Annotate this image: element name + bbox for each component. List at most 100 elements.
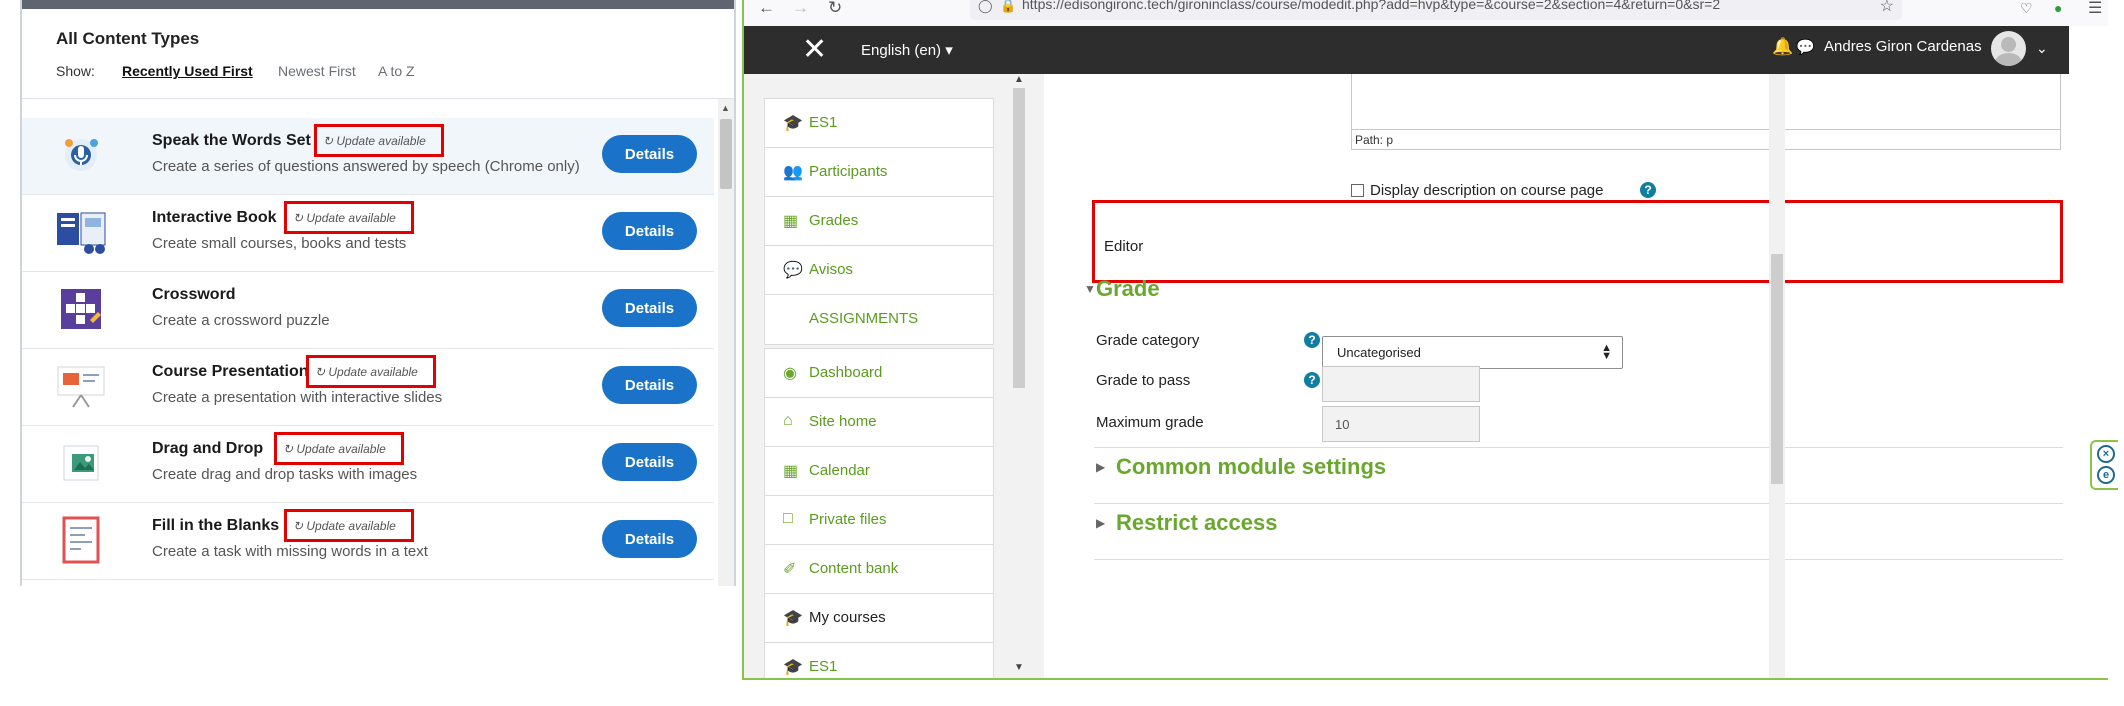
chevron-down-icon[interactable]: ⌄ (2036, 40, 2048, 57)
content-type-name: Crossword (152, 286, 236, 303)
common-module-settings-heading[interactable]: Common module settings (1116, 454, 1386, 480)
grade-category-value: Uncategorised (1337, 345, 1421, 360)
pocket-icon[interactable]: ♡ (2020, 0, 2033, 17)
home-icon: ⌂ (783, 412, 793, 429)
help-icon[interactable]: ? (1304, 372, 1320, 388)
chevron-down-icon[interactable]: ▼ (1084, 282, 1096, 296)
language-menu[interactable]: English (en) ▾ (861, 41, 953, 59)
display-description-checkbox[interactable] (1351, 184, 1364, 197)
menu-icon[interactable]: ☰ (2088, 0, 2102, 18)
nav-item-grades[interactable]: ▦ Grades (765, 197, 993, 246)
forward-icon[interactable]: → (792, 0, 809, 18)
edge-e-icon[interactable]: e (2097, 466, 2115, 484)
content-type-description: Create drag and drop tasks with images (152, 466, 418, 483)
content-type-description: Create a crossword puzzle (152, 312, 330, 329)
grade-to-pass-input[interactable] (1322, 366, 1480, 402)
content-type-description: Create a series of questions answered by… (152, 158, 580, 175)
users-icon: 👥 (783, 164, 803, 181)
nav-item-label: Grades (809, 212, 859, 229)
details-button[interactable]: Details (602, 289, 697, 327)
grade-section-heading[interactable]: Grade (1096, 276, 1160, 302)
grade-category-label: Grade category (1096, 332, 1200, 349)
nav-item-es1[interactable]: 🎓 ES1 (765, 99, 993, 148)
close-circle-icon[interactable]: × (2097, 445, 2115, 463)
nav-item-label: Private files (809, 511, 887, 528)
nav-drawer: 🎓 ES1 👥 Participants ▦ Grades 💬 Avisos ASSIG… (744, 74, 1044, 678)
content-type-name: Fill in the Blanks (152, 517, 280, 534)
nav-item-my-courses[interactable]: 🎓 My courses (765, 594, 993, 643)
book-icon (54, 207, 108, 257)
nav-item-site-home[interactable]: ⌂ Site home (765, 398, 993, 447)
editor-path: Path: p (1352, 129, 2060, 149)
maximum-grade-label: Maximum grade (1096, 414, 1204, 431)
reload-icon[interactable]: ↻ (828, 0, 842, 18)
content-type-row[interactable]: Crossword Create a crossword puzzle Deta… (22, 272, 714, 349)
help-icon[interactable]: ? (1640, 182, 1656, 198)
shield-icon[interactable]: ◯ (978, 0, 993, 14)
details-button[interactable]: Details (602, 443, 697, 481)
content-type-row[interactable]: Drag and Drop ↻ Update available Create … (22, 426, 714, 503)
extension-icon[interactable]: ● (2054, 0, 2062, 16)
maximum-grade-input[interactable]: 10 (1322, 406, 1480, 442)
dashboard-icon: ◉ (783, 365, 797, 382)
graduation-cap-icon: 🎓 (783, 610, 803, 627)
h5p-content-types-panel: All Content Types Show: Recently Used Fi… (20, 0, 736, 586)
notification-bell-icon[interactable]: 🔔 (1772, 37, 1793, 57)
sort-recently-used[interactable]: Recently Used First (122, 63, 253, 79)
presentation-icon (54, 361, 108, 411)
display-description-label: Display description on course page (1370, 182, 1604, 199)
nav-item-calendar[interactable]: ▦ Calendar (765, 447, 993, 496)
avatar[interactable] (1991, 31, 2026, 66)
address-bar[interactable]: ◯ 🔒 https://edisongironc.tech/gironincla… (970, 0, 1902, 20)
nav-item-assignments[interactable]: ASSIGNMENTS (765, 295, 993, 344)
details-button[interactable]: Details (602, 520, 697, 558)
scroll-thumb[interactable] (1013, 88, 1025, 388)
content-type-name: Interactive Book (152, 209, 277, 226)
drag-drop-icon (54, 438, 108, 488)
nav-item-avisos[interactable]: 💬 Avisos (765, 246, 993, 295)
scroll-up-arrow-icon[interactable]: ▲ (721, 103, 730, 113)
bookmark-star-icon[interactable]: ☆ (1880, 0, 1894, 16)
scroll-up-arrow-icon[interactable]: ▲ (1014, 74, 1024, 85)
nav-item-private-files[interactable]: □ Private files (765, 496, 993, 545)
url-text[interactable]: https://edisongironc.tech/gironinclass/c… (1022, 0, 1720, 12)
nav-item-dashboard[interactable]: ◉ Dashboard (765, 349, 993, 398)
moodle-navbar: ✕ English (en) ▾ 🔔 💬 Andres Giron Carden… (744, 26, 2069, 74)
content-type-row[interactable]: Interactive Book ↻ Update available Crea… (22, 195, 714, 272)
content-type-row[interactable]: Fill in the Blanks ↻ Update available Cr… (22, 503, 714, 580)
chevron-right-icon[interactable]: ▶ (1096, 460, 1105, 474)
details-button[interactable]: Details (602, 366, 697, 404)
nav-item-label: ES1 (809, 114, 838, 131)
course-nav-block: 🎓 ES1 👥 Participants ▦ Grades 💬 Avisos ASSIG… (764, 98, 994, 345)
details-button[interactable]: Details (602, 212, 697, 250)
restrict-access-heading[interactable]: Restrict access (1116, 510, 1277, 536)
back-icon[interactable]: ← (758, 0, 775, 18)
content-type-row[interactable]: Speak the Words Set ↻ Update available C… (22, 118, 714, 195)
messages-icon[interactable]: 💬 (1796, 38, 1815, 56)
nav-item-label: Avisos (809, 261, 853, 278)
browser-toolbar: ← → ↻ ◯ 🔒 https://edisongironc.tech/giro… (744, 0, 2108, 26)
content-scrollbar[interactable] (1769, 74, 1785, 678)
content-type-row[interactable]: Course Presentation ↻ Update available C… (22, 349, 714, 426)
nav-item-es1-course[interactable]: 🎓 ES1 (765, 643, 993, 678)
user-name[interactable]: Andres Giron Cardenas (1824, 38, 1982, 55)
sort-newest-first[interactable]: Newest First (278, 63, 356, 79)
scroll-thumb[interactable] (720, 119, 732, 189)
sort-a-to-z[interactable]: A to Z (378, 63, 415, 79)
lock-icon[interactable]: 🔒 (1000, 0, 1016, 14)
chevron-right-icon[interactable]: ▶ (1096, 516, 1105, 530)
nav-item-participants[interactable]: 👥 Participants (765, 148, 993, 197)
scroll-thumb[interactable] (1771, 254, 1783, 484)
nav-item-label: Calendar (809, 462, 870, 479)
update-label: Update available (306, 211, 396, 225)
drawer-scrollbar[interactable]: ▲ ▼ (1010, 74, 1028, 678)
file-icon: □ (783, 510, 793, 527)
h5p-scrollbar[interactable]: ▲ (718, 99, 734, 586)
nav-item-content-bank[interactable]: ✐ Content bank (765, 545, 993, 594)
help-icon[interactable]: ? (1304, 332, 1320, 348)
scroll-down-arrow-icon[interactable]: ▼ (1014, 662, 1024, 673)
close-drawer-icon[interactable]: ✕ (802, 32, 827, 67)
description-editor[interactable]: Path: p (1351, 74, 2061, 150)
details-button[interactable]: Details (602, 135, 697, 173)
grade-category-select[interactable]: Uncategorised ▲ ▼ (1322, 336, 1623, 369)
